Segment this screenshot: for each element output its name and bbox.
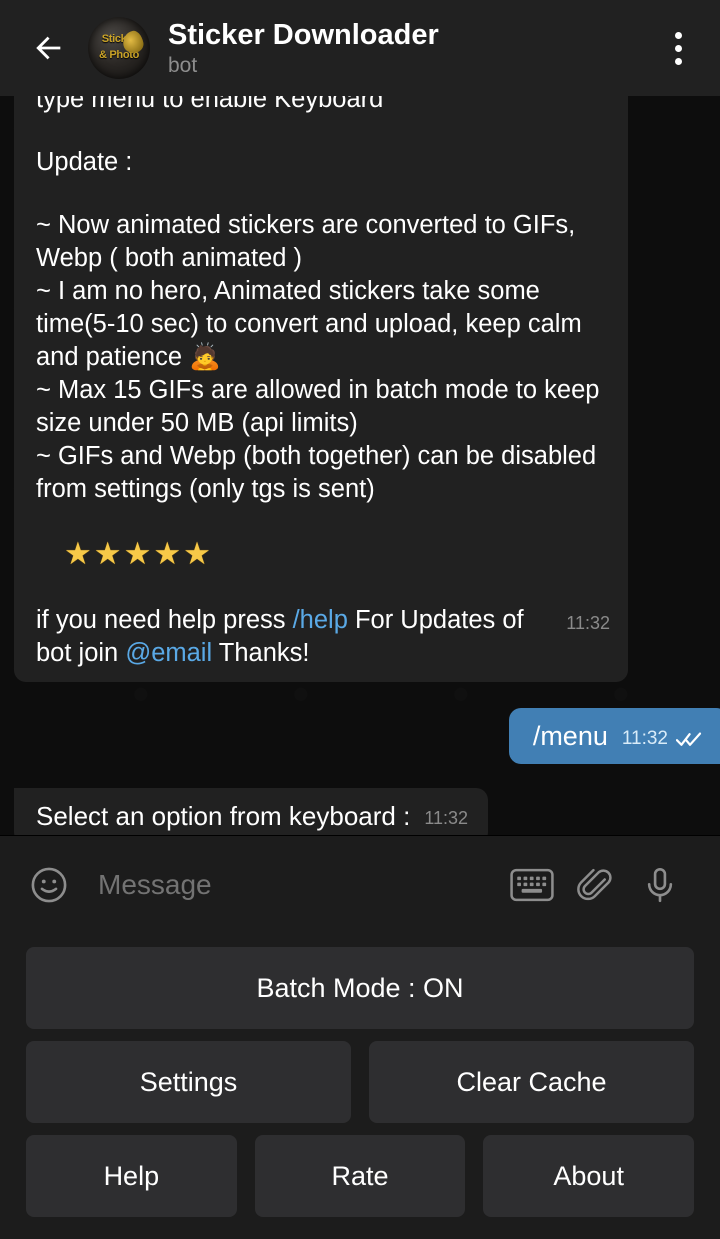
back-arrow-icon	[36, 36, 61, 60]
bullet-item: ~ I am no hero, Animated stickers take s…	[36, 277, 589, 371]
message-timestamp: 11:32	[424, 808, 469, 828]
chat-header: Sticker & Photo Sticker Downloader bot	[0, 0, 720, 96]
keyboard-button-clear-cache[interactable]: Clear Cache	[369, 1041, 694, 1123]
outgoing-message-row: /menu 11:32	[0, 708, 720, 764]
bot-message-bubble[interactable]: type menu to enable Keyboard Update : ~ …	[14, 96, 628, 682]
keyboard-icon	[510, 868, 554, 901]
keyboard-toggle-button[interactable]	[500, 858, 564, 912]
keyboard-button-batch-mode[interactable]: Batch Mode : ON	[26, 947, 694, 1029]
star-rating-value: ★★★★★	[64, 536, 213, 571]
attach-button[interactable]	[564, 858, 628, 912]
user-message-text: /menu	[532, 721, 608, 751]
overflow-menu-button[interactable]	[654, 18, 702, 78]
keyboard-row: Settings Clear Cache	[26, 1041, 694, 1123]
star-rating: ★★★★★	[64, 534, 610, 574]
bullet-list: ~ Now animated stickers are converted to…	[36, 209, 610, 275]
keyboard-row: Batch Mode : ON	[26, 947, 694, 1029]
microphone-icon	[647, 867, 673, 902]
bullet-list-rest: ~ GIFs and Webp (both together) can be d…	[36, 440, 610, 506]
voice-record-button[interactable]	[628, 858, 692, 912]
avatar[interactable]: Sticker & Photo	[88, 17, 150, 79]
keyboard-button-about[interactable]: About	[483, 1135, 695, 1217]
footer-prefix: if you need help press	[36, 606, 293, 634]
avatar-line-2: & Photo	[98, 49, 140, 61]
overflow-menu-icon	[674, 44, 682, 52]
back-button[interactable]	[22, 21, 76, 75]
user-message-bubble[interactable]: /menu 11:32	[508, 708, 720, 764]
bullet-list-rest: ~ I am no hero, Animated stickers take s…	[36, 275, 610, 374]
double-check-icon	[676, 731, 702, 747]
bullet-item: ~ Max 15 GIFs are allowed in batch mode …	[36, 376, 607, 437]
message-input-bar: Message	[0, 835, 720, 933]
message-input[interactable]: Message	[98, 869, 500, 901]
update-heading: Update :	[36, 148, 133, 176]
footer-suffix: Thanks!	[212, 639, 310, 667]
keyboard-button-help[interactable]: Help	[26, 1135, 237, 1217]
bot-message-bubble-2[interactable]: Select an option from keyboard : 11:32	[14, 788, 489, 835]
overflow-menu-icon	[674, 31, 682, 39]
bullet-item: ~ GIFs and Webp (both together) can be d…	[36, 442, 604, 503]
reply-keyboard: Batch Mode : ON Settings Clear Cache Hel…	[0, 933, 720, 1239]
smiley-face-icon	[31, 867, 67, 902]
help-command-link[interactable]: /help	[293, 606, 348, 634]
paperclip-icon	[577, 868, 612, 900]
message-list[interactable]: type menu to enable Keyboard Update : ~ …	[0, 96, 720, 835]
bullet-item: ~ Now animated stickers are converted to…	[36, 211, 583, 272]
keyboard-row: Help Rate About	[26, 1135, 695, 1217]
message-timestamp: 11:32	[621, 728, 668, 749]
message-timestamp: 11:32	[566, 613, 610, 633]
keyboard-button-settings[interactable]: Settings	[26, 1041, 351, 1123]
bullet-list-rest: ~ Max 15 GIFs are allowed in batch mode …	[36, 374, 610, 440]
chat-title: Sticker Downloader	[168, 18, 439, 51]
chat-subtitle: bot	[168, 53, 198, 77]
bot-message-2-text: Select an option from keyboard :	[36, 801, 411, 831]
telegram-chat-screen: Sticker & Photo Sticker Downloader bot t…	[0, 0, 720, 1239]
user-message-meta: 11:32	[622, 728, 702, 752]
clipped-previous-line: type menu to enable Keyboard	[36, 96, 384, 113]
header-titles: Sticker Downloader bot	[168, 18, 654, 79]
overflow-menu-icon	[674, 57, 682, 65]
channel-mention-link[interactable]: @email	[125, 639, 212, 667]
emoji-button[interactable]	[22, 858, 76, 912]
keyboard-button-rate[interactable]: Rate	[254, 1135, 466, 1217]
help-footer-text: 11:32 if you need help press /help For Up…	[36, 604, 610, 670]
